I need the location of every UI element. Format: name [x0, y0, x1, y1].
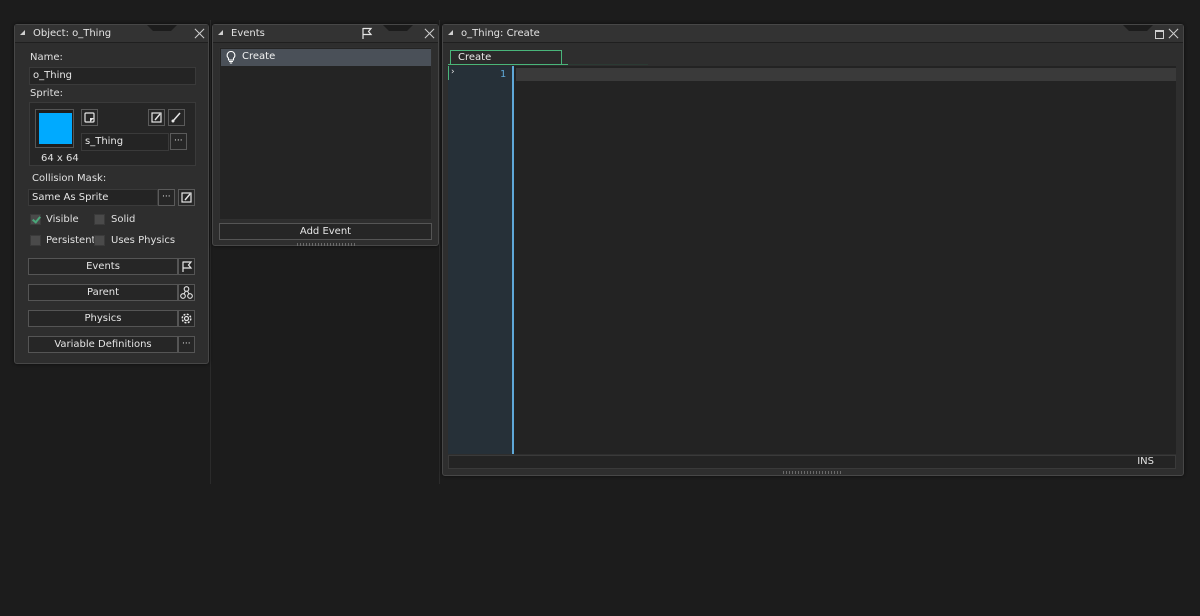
tab-label: Create — [458, 52, 492, 63]
parent-button[interactable]: Parent — [28, 284, 178, 301]
physics-toggle-button[interactable] — [178, 310, 195, 327]
add-event-button[interactable]: Add Event — [219, 223, 432, 240]
close-icon[interactable] — [194, 28, 205, 39]
sprite-box: 64 x 64 s_Thing ··· — [29, 102, 196, 166]
brush-icon — [171, 112, 181, 123]
resize-grip[interactable] — [783, 471, 843, 474]
gear-icon — [181, 313, 192, 324]
collision-mask-label: Collision Mask: — [32, 173, 107, 184]
titlebar-notch — [383, 25, 413, 37]
close-icon[interactable] — [424, 28, 435, 39]
titlebar-notch — [1123, 25, 1153, 37]
lightbulb-icon — [226, 50, 236, 64]
collision-mask-field[interactable]: Same As Sprite — [28, 189, 158, 206]
insert-mode-indicator: INS — [1137, 456, 1154, 467]
solid-label: Solid — [111, 214, 136, 225]
uses-physics-checkbox[interactable] — [94, 235, 105, 246]
tab-create[interactable]: Create — [450, 50, 562, 64]
collision-mask-browse-button[interactable]: ··· — [158, 189, 175, 206]
sprite-browse-button[interactable]: ··· — [170, 133, 187, 150]
column-divider — [210, 20, 211, 484]
events-toggle-button[interactable] — [178, 258, 195, 275]
events-panel: Events Create Add Event — [212, 24, 439, 246]
more-icon: ··· — [174, 136, 183, 146]
hierarchy-icon — [180, 286, 193, 299]
paint-sprite-button[interactable] — [168, 109, 185, 126]
collision-mask-edit-button[interactable] — [178, 189, 195, 206]
variable-definitions-more-button[interactable]: ··· — [178, 336, 195, 353]
persistent-label: Persistent — [46, 235, 96, 246]
persistent-checkbox[interactable] — [30, 235, 41, 246]
variable-definitions-button[interactable]: Variable Definitions — [28, 336, 178, 353]
fold-marker-icon[interactable]: › — [451, 67, 455, 77]
visible-label: Visible — [46, 214, 79, 225]
new-sprite-icon — [84, 112, 95, 123]
current-line-highlight — [516, 68, 1176, 81]
maximize-icon[interactable] — [1155, 30, 1164, 39]
flag-icon[interactable] — [360, 26, 374, 40]
resize-grip[interactable] — [297, 243, 355, 246]
uses-physics-label: Uses Physics — [111, 235, 176, 246]
sprite-thumbnail — [39, 113, 72, 144]
event-item-label: Create — [242, 51, 276, 62]
events-panel-titlebar[interactable]: Events — [213, 25, 438, 43]
titlebar-notch — [147, 25, 177, 37]
collapse-triangle-icon[interactable] — [20, 30, 25, 35]
events-panel-title: Events — [231, 28, 265, 39]
object-panel-title: Object: o_Thing — [33, 28, 112, 39]
line-gutter: › 1 — [448, 66, 514, 454]
visible-checkbox[interactable] — [30, 214, 41, 225]
physics-button[interactable]: Physics — [28, 310, 178, 327]
column-divider — [439, 20, 440, 484]
more-icon: ··· — [162, 192, 171, 202]
events-button[interactable]: Events — [28, 258, 178, 275]
edit-mask-icon — [181, 192, 192, 203]
new-sprite-button[interactable] — [81, 109, 98, 126]
code-editor-panel: o_Thing: Create Create › 1 INS — [442, 24, 1184, 476]
code-editor-title: o_Thing: Create — [461, 28, 540, 39]
solid-checkbox[interactable] — [94, 214, 105, 225]
code-editor-titlebar[interactable]: o_Thing: Create — [443, 25, 1183, 43]
status-bar: INS — [448, 455, 1176, 469]
sprite-preview[interactable] — [35, 109, 74, 148]
tab-underline — [448, 64, 1178, 65]
sprite-size: 64 x 64 — [41, 153, 79, 164]
edit-sprite-button[interactable] — [148, 109, 165, 126]
flag-icon — [182, 261, 193, 272]
more-icon: ··· — [182, 339, 191, 349]
object-panel-titlebar[interactable]: Object: o_Thing — [15, 25, 208, 43]
sprite-label: Sprite: — [30, 88, 64, 99]
event-item-create[interactable]: Create — [221, 49, 431, 66]
parent-toggle-button[interactable] — [178, 284, 195, 301]
collapse-triangle-icon[interactable] — [448, 30, 453, 35]
object-panel: Object: o_Thing Name: o_Thing Sprite: 64… — [14, 24, 209, 364]
collapse-triangle-icon[interactable] — [218, 30, 223, 35]
code-editor[interactable]: › 1 — [448, 66, 1176, 454]
event-list: Create — [219, 47, 432, 220]
close-icon[interactable] — [1168, 28, 1179, 39]
gutter-left-marker — [448, 66, 449, 80]
name-field[interactable]: o_Thing — [29, 67, 196, 85]
edit-sprite-icon — [151, 112, 162, 123]
name-label: Name: — [30, 52, 63, 63]
line-number: 1 — [499, 69, 506, 80]
sprite-name-field[interactable]: s_Thing — [81, 133, 169, 151]
